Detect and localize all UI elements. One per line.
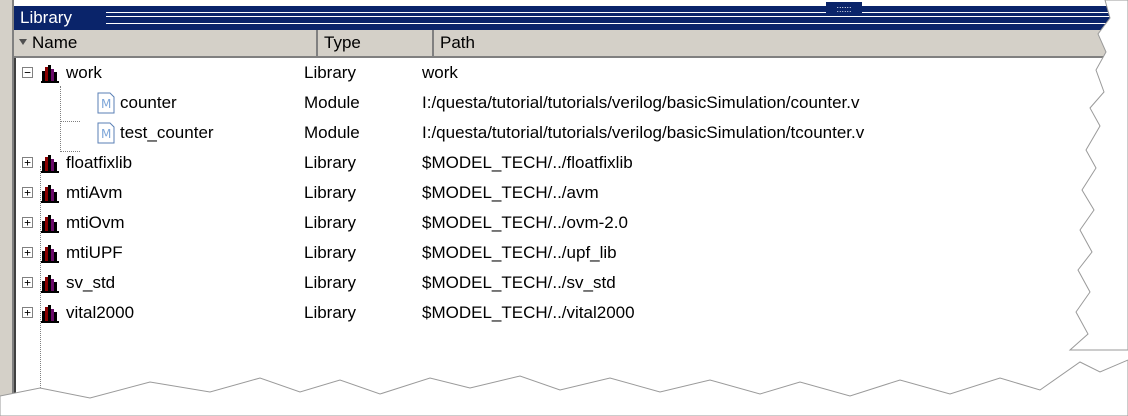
torn-edge-decoration — [0, 0, 1128, 416]
library-panel: Library :::::: Name Type Path − work Libra… — [0, 0, 1128, 416]
